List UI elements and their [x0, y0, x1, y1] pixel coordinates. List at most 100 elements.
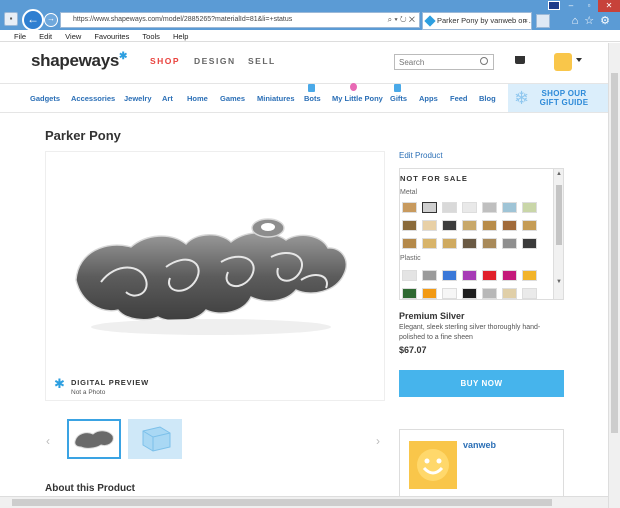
- material-swatch[interactable]: [522, 238, 537, 249]
- material-swatch[interactable]: [402, 238, 417, 249]
- material-swatch[interactable]: [522, 202, 537, 213]
- page-scroll-thumb[interactable]: [611, 73, 618, 433]
- toolbar-icons[interactable]: ⌂☆⚙: [572, 14, 616, 27]
- thumbnail-prev-icon[interactable]: ‹: [46, 434, 50, 448]
- material-swatch[interactable]: [522, 220, 537, 231]
- material-swatch[interactable]: [402, 270, 417, 281]
- material-swatch[interactable]: [422, 220, 437, 231]
- material-swatch[interactable]: [422, 238, 437, 249]
- material-swatch[interactable]: [462, 238, 477, 249]
- nav-design[interactable]: DESIGN: [194, 56, 236, 66]
- material-swatch[interactable]: [402, 202, 417, 213]
- material-swatch[interactable]: [462, 288, 477, 299]
- seller-name-link[interactable]: vanweb: [463, 440, 496, 450]
- page-vertical-scrollbar[interactable]: [608, 43, 620, 508]
- web-page: shapeways✱ SHOP DESIGN SELL Gadgets Acce…: [0, 43, 608, 508]
- thumbnail-render-image: [74, 430, 114, 449]
- material-swatch-selected[interactable]: [422, 202, 437, 213]
- metal-group-label: Metal: [400, 189, 418, 196]
- seller-avatar[interactable]: [409, 441, 457, 489]
- thumbnail-box-image: [142, 426, 171, 452]
- material-swatch[interactable]: [402, 288, 417, 299]
- material-swatch[interactable]: [442, 288, 457, 299]
- material-swatch[interactable]: [402, 220, 417, 231]
- material-swatch[interactable]: [522, 288, 537, 299]
- menu-edit[interactable]: Edit: [39, 32, 52, 41]
- material-swatch[interactable]: [482, 238, 497, 249]
- category-apps[interactable]: Apps: [419, 94, 438, 103]
- scroll-down-icon[interactable]: ▼: [556, 279, 562, 285]
- menu-file[interactable]: File: [14, 32, 26, 41]
- material-swatch[interactable]: [462, 270, 477, 281]
- selected-material-description: Elegant, sleek sterling silver thoroughl…: [399, 324, 541, 341]
- url-text: https://www.shapeways.com/model/2885265?…: [73, 16, 293, 23]
- cart-icon[interactable]: [515, 56, 525, 64]
- buy-now-button[interactable]: BUY NOW: [399, 370, 564, 397]
- product-viewer[interactable]: ✱ DIGITAL PREVIEW Not a Photo: [45, 151, 385, 401]
- search-icon[interactable]: [480, 57, 488, 65]
- material-swatch[interactable]: [482, 270, 497, 281]
- category-miniatures[interactable]: Miniatures: [257, 94, 295, 103]
- menu-tools[interactable]: Tools: [142, 32, 160, 41]
- material-swatch[interactable]: [442, 220, 457, 231]
- address-bar[interactable]: https://www.shapeways.com/model/2885265?…: [60, 12, 420, 28]
- material-swatch[interactable]: [442, 270, 457, 281]
- page-horizontal-scrollbar[interactable]: [0, 496, 608, 508]
- site-logo[interactable]: shapeways✱: [31, 51, 127, 71]
- material-swatch[interactable]: [442, 238, 457, 249]
- material-swatch[interactable]: [522, 270, 537, 281]
- forward-button[interactable]: →: [44, 13, 58, 27]
- category-my-little-pony[interactable]: My Little Pony: [332, 94, 383, 103]
- material-swatch[interactable]: [502, 202, 517, 213]
- scroll-up-icon[interactable]: ▲: [556, 171, 562, 177]
- thumbnail-box[interactable]: [128, 419, 182, 459]
- menu-favourites[interactable]: Favourites: [94, 32, 129, 41]
- category-games[interactable]: Games: [220, 94, 245, 103]
- nav-shop[interactable]: SHOP: [150, 56, 180, 66]
- category-jewelry[interactable]: Jewelry: [124, 94, 152, 103]
- material-swatch[interactable]: [422, 288, 437, 299]
- category-gifts[interactable]: Gifts: [390, 94, 407, 103]
- material-swatch[interactable]: [462, 202, 477, 213]
- thumbnail-render[interactable]: [67, 419, 121, 459]
- material-swatch[interactable]: [442, 202, 457, 213]
- material-swatch[interactable]: [422, 270, 437, 281]
- category-art[interactable]: Art: [162, 94, 173, 103]
- search-refresh-icon[interactable]: ⌕ ▾ ↻ ✕: [388, 13, 415, 27]
- edit-product-link[interactable]: Edit Product: [399, 151, 443, 160]
- browser-tab[interactable]: Parker Pony by vanweb on ... ×: [422, 12, 532, 30]
- back-button[interactable]: ←: [22, 9, 44, 31]
- category-bots[interactable]: Bots: [304, 94, 321, 103]
- menu-view[interactable]: View: [65, 32, 81, 41]
- category-blog[interactable]: Blog: [479, 94, 496, 103]
- tab-close-icon[interactable]: ×: [524, 13, 528, 29]
- nav-sell[interactable]: SELL: [248, 56, 276, 66]
- thumbnail-next-icon[interactable]: ›: [376, 434, 380, 448]
- material-swatch[interactable]: [502, 270, 517, 281]
- chevron-down-icon[interactable]: [576, 58, 582, 62]
- material-swatch[interactable]: [462, 220, 477, 231]
- bots-icon: [308, 84, 315, 92]
- scroll-thumb[interactable]: [556, 185, 562, 245]
- new-tab-button[interactable]: [536, 14, 550, 28]
- category-home[interactable]: Home: [187, 94, 208, 103]
- material-swatch[interactable]: [482, 202, 497, 213]
- gift-guide-banner[interactable]: ❄ SHOP OUR GIFT GUIDE: [508, 84, 608, 112]
- minimize-button[interactable]: –: [562, 0, 580, 12]
- app-menu-icon[interactable]: ▪: [4, 12, 18, 26]
- maximize-button[interactable]: ▫: [580, 0, 598, 12]
- search-input[interactable]: [394, 54, 494, 70]
- user-avatar[interactable]: [554, 53, 572, 71]
- material-swatch[interactable]: [502, 288, 517, 299]
- category-gadgets[interactable]: Gadgets: [30, 94, 60, 103]
- close-window-button[interactable]: ✕: [598, 0, 620, 12]
- menu-help[interactable]: Help: [173, 32, 188, 41]
- page-hscroll-thumb[interactable]: [12, 499, 552, 506]
- material-scrollbar[interactable]: ▲ ▼: [553, 169, 563, 299]
- category-feed[interactable]: Feed: [450, 94, 468, 103]
- category-accessories[interactable]: Accessories: [71, 94, 115, 103]
- material-swatch[interactable]: [482, 220, 497, 231]
- material-swatch[interactable]: [482, 288, 497, 299]
- material-swatch[interactable]: [502, 220, 517, 231]
- material-swatch[interactable]: [502, 238, 517, 249]
